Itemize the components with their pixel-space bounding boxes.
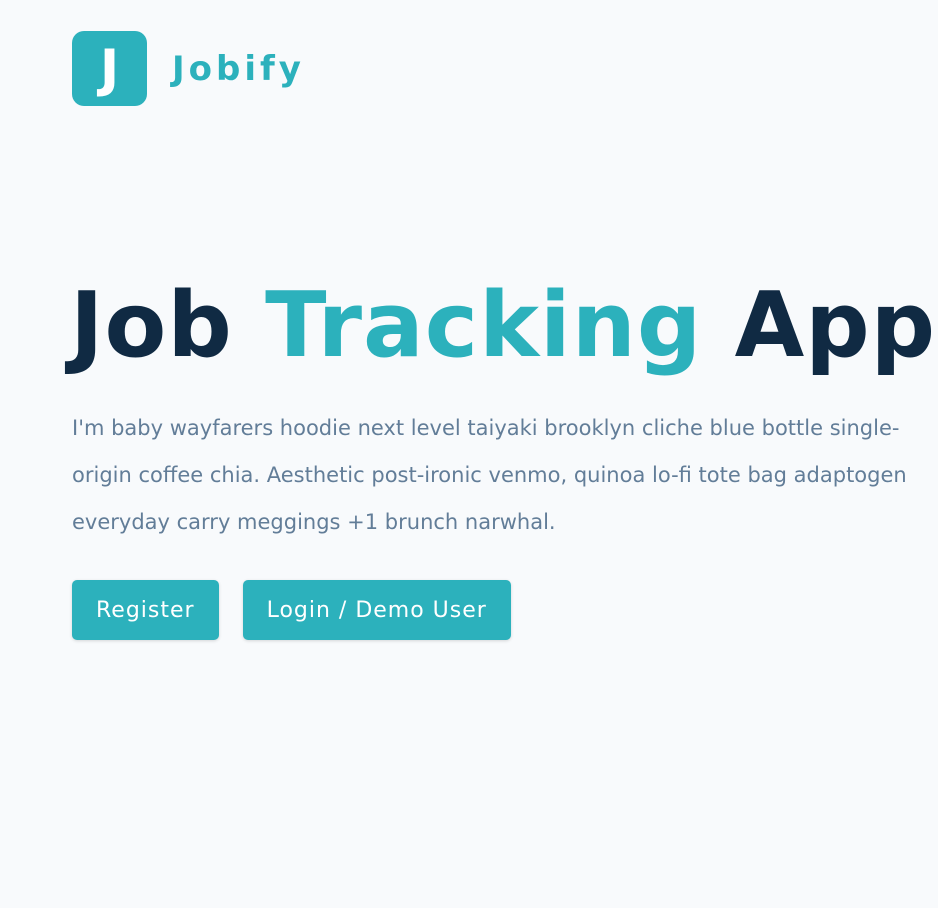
navbar: J Jobify xyxy=(72,31,305,106)
hero-title-accent: Tracking xyxy=(265,273,703,378)
hero-description: I'm baby wayfarers hoodie next level tai… xyxy=(72,416,907,534)
logo-icon: J xyxy=(72,31,147,106)
logo-letter: J xyxy=(99,38,120,99)
hero-title-part2: App xyxy=(734,273,937,378)
hero-actions: Register Login / Demo User xyxy=(72,580,511,640)
login-demo-button[interactable]: Login / Demo User xyxy=(242,580,511,640)
hero-title-part1: Job xyxy=(70,273,233,378)
hero-title: Job Tracking App xyxy=(70,272,936,380)
register-button[interactable]: Register xyxy=(72,580,219,640)
brand-name: Jobify xyxy=(172,48,305,89)
